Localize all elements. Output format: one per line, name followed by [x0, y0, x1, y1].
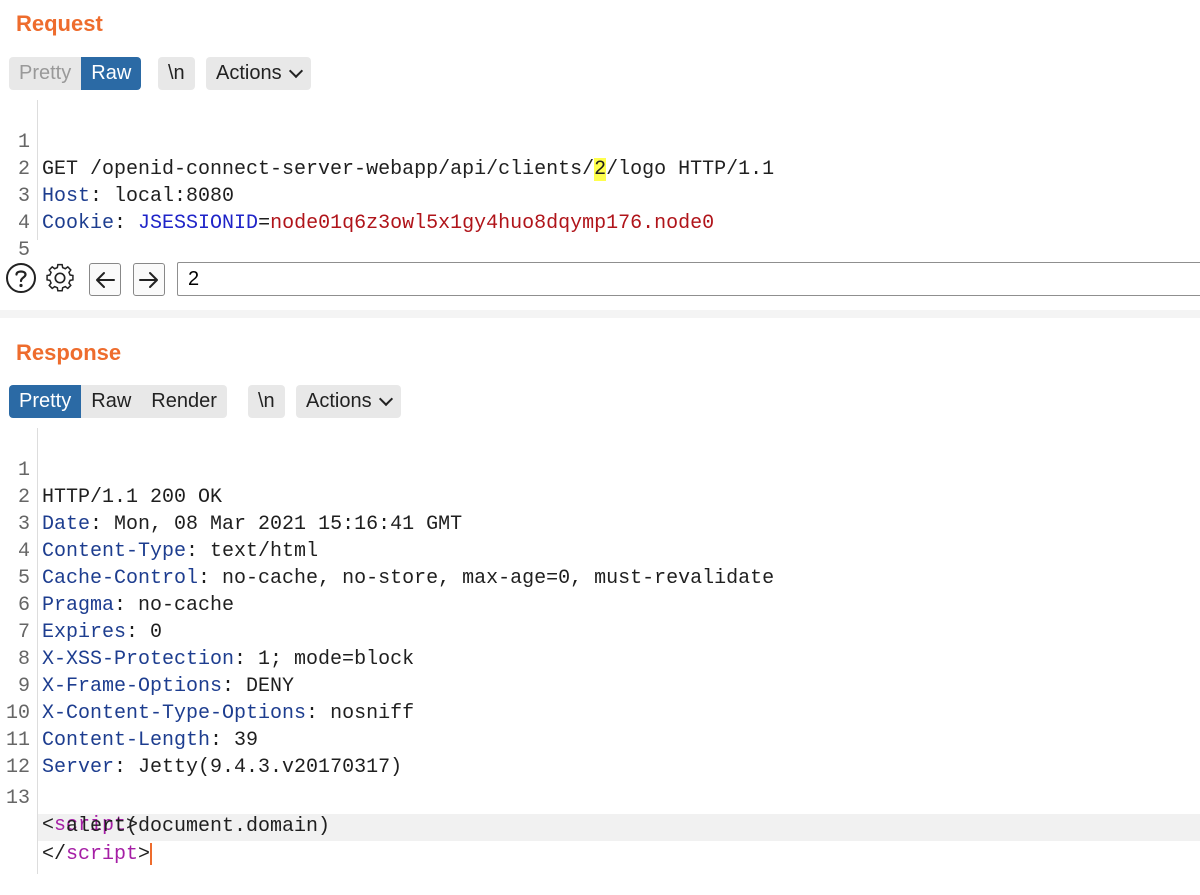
- help-button[interactable]: [5, 262, 37, 294]
- next-match-button[interactable]: [133, 263, 165, 296]
- response-line: 11 Server: Jetty(9.4.3.v20170317): [0, 700, 1200, 779]
- response-line: 13 <script>: [0, 758, 1200, 837]
- response-title: Response: [16, 340, 122, 365]
- response-line: 3 Content-Type: text/html: [0, 484, 1200, 563]
- arrow-left-icon: [96, 271, 115, 288]
- response-line: </script>: [0, 814, 1200, 866]
- search-settings-button[interactable]: [44, 262, 76, 294]
- search-input[interactable]: [177, 262, 1200, 296]
- response-line: 5 Pragma: no-cache: [0, 538, 1200, 617]
- response-line: 8 X-Frame-Options: DENY: [0, 619, 1200, 698]
- arrow-right-icon: [139, 271, 158, 288]
- response-line: 6 Expires: 0: [0, 565, 1200, 644]
- response-line: 7 X-XSS-Protection: 1; mode=block: [0, 592, 1200, 671]
- tag-bracket: </: [42, 843, 67, 866]
- request-line: 3 Cookie: JSESSIONID=node01q6z3owl5x1gy4…: [0, 156, 1200, 235]
- request-line: 4: [0, 183, 1200, 235]
- response-line: 4 Cache-Control: no-cache, no-store, max…: [0, 511, 1200, 590]
- line-number: 5: [17, 239, 30, 262]
- request-line: 1 GET /openid-connect-server-webapp/api/…: [0, 102, 1200, 181]
- help-icon: [6, 263, 36, 293]
- response-actions-button[interactable]: Actions: [296, 385, 401, 418]
- response-tab-pretty[interactable]: Pretty: [9, 385, 82, 418]
- request-title: Request: [16, 11, 103, 36]
- chevron-down-icon: [378, 391, 393, 406]
- gear-icon: [46, 263, 74, 292]
- panel-divider: [0, 310, 1200, 318]
- previous-match-button[interactable]: [89, 263, 121, 296]
- tag-bracket: >: [138, 843, 151, 866]
- response-line: 9 X-Content-Type-Options: nosniff: [0, 646, 1200, 725]
- request-line: 2 Host: local:8080: [0, 129, 1200, 208]
- request-actions-label: Actions: [216, 62, 282, 84]
- response-line: 1 HTTP/1.1 200 OK: [0, 430, 1200, 509]
- request-tab-raw[interactable]: Raw: [81, 57, 142, 90]
- text-cursor: [150, 842, 153, 865]
- response-tab-render[interactable]: Render: [141, 385, 227, 418]
- response-line: 12: [0, 727, 1200, 779]
- response-line: 10 Content-Length: 39: [0, 673, 1200, 752]
- request-line: 5: [0, 210, 1200, 262]
- request-newline-toggle[interactable]: \n: [158, 57, 195, 90]
- chevron-down-icon: [288, 63, 303, 78]
- response-line: alert(document.domain): [0, 786, 1200, 838]
- request-tab-pretty[interactable]: Pretty: [9, 57, 82, 90]
- response-actions-label: Actions: [306, 390, 372, 412]
- request-view-tabs: Pretty Raw: [9, 57, 142, 90]
- request-actions-button[interactable]: Actions: [206, 57, 311, 90]
- response-tab-raw[interactable]: Raw: [81, 385, 142, 418]
- html-tag-name: script: [66, 843, 139, 866]
- response-view-tabs: Pretty Raw Render: [9, 385, 227, 418]
- response-newline-toggle[interactable]: \n: [248, 385, 285, 418]
- response-line: 2 Date: Mon, 08 Mar 2021 15:16:41 GMT: [0, 457, 1200, 536]
